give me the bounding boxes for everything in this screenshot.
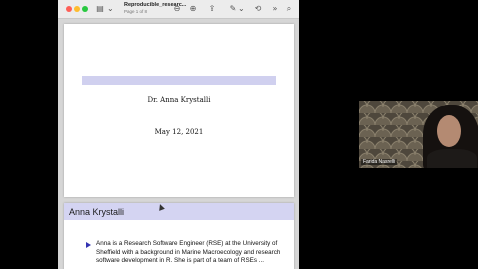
participant-face: [437, 115, 461, 147]
slide-date: May 12, 2021: [154, 128, 204, 136]
zoom-out-icon[interactable]: ⊖: [172, 3, 182, 14]
markup-chevron-icon[interactable]: ⌄: [238, 3, 245, 14]
markup-icon[interactable]: ✎: [228, 3, 238, 14]
bio-bullet-text: Anna is a Research Software Engineer (RS…: [96, 240, 281, 264]
participant-body: [427, 149, 477, 168]
pdf-viewer-window: ▤ ⌄ Reproducible_researc... Page 1 of 8 …: [58, 0, 299, 269]
minimize-window-button[interactable]: [74, 6, 80, 12]
close-window-button[interactable]: [66, 6, 72, 12]
frame-title: Anna Krystalli: [69, 207, 125, 217]
title-block-band: [82, 76, 276, 85]
frame-title-band: Anna Krystalli: [64, 203, 294, 220]
video-participant-tile[interactable]: Farida Nasrelli: [359, 101, 478, 168]
window-titlebar: ▤ ⌄ Reproducible_researc... Page 1 of 8 …: [58, 0, 299, 19]
page-indicator: Page 1 of 8: [124, 9, 148, 14]
slide-author: Dr. Anna Krystalli: [147, 96, 211, 104]
maximize-window-button[interactable]: [82, 6, 88, 12]
sidebar-icon[interactable]: ▤: [94, 3, 106, 14]
bullet-triangle-icon: [86, 242, 91, 248]
slide-bio-page: Anna Krystalli Anna is a Research Softwa…: [64, 203, 294, 269]
chevron-down-icon[interactable]: ⌄: [107, 3, 114, 14]
rotate-icon[interactable]: ⟲: [253, 3, 263, 14]
zoom-in-icon[interactable]: ⊕: [188, 3, 198, 14]
share-icon[interactable]: ⇪: [207, 3, 217, 14]
participant-name-label: Farida Nasrelli: [361, 159, 398, 165]
search-icon[interactable]: ⌕: [284, 3, 294, 14]
expand-icon[interactable]: »: [271, 3, 279, 14]
slide-title-page: Dr. Anna Krystalli May 12, 2021: [64, 24, 294, 197]
